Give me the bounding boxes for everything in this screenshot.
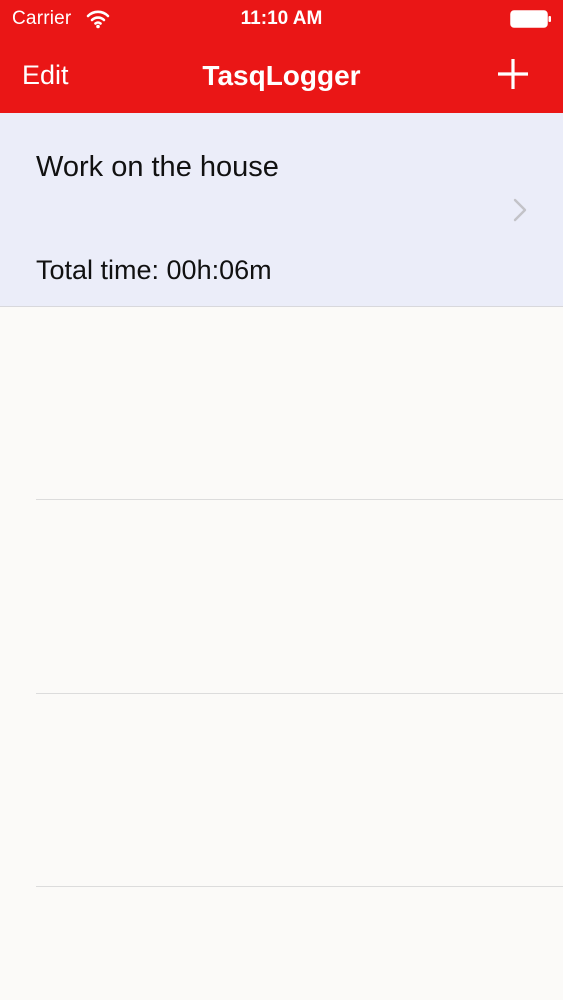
empty-table-row	[0, 694, 563, 886]
empty-table-row	[0, 307, 563, 499]
empty-table-row	[0, 887, 563, 1000]
status-bar: Carrier 11:10 AM	[0, 0, 563, 40]
header: Carrier 11:10 AM Edit TasqLogger	[0, 0, 563, 113]
status-time: 11:10 AM	[240, 8, 323, 29]
chevron-right-icon	[513, 198, 527, 222]
task-total-time: Total time: 00h:06m	[36, 255, 272, 285]
page-title: TasqLogger	[202, 60, 361, 91]
plus-icon[interactable]	[494, 55, 532, 93]
navigation-bar: Edit TasqLogger	[0, 40, 563, 113]
empty-table-row	[0, 500, 563, 692]
task-name: Work on the house	[36, 151, 279, 183]
battery-icon	[510, 10, 551, 28]
task-row-work-on-the-house[interactable]: Work on the house Total time: 00h:06m	[0, 113, 563, 306]
